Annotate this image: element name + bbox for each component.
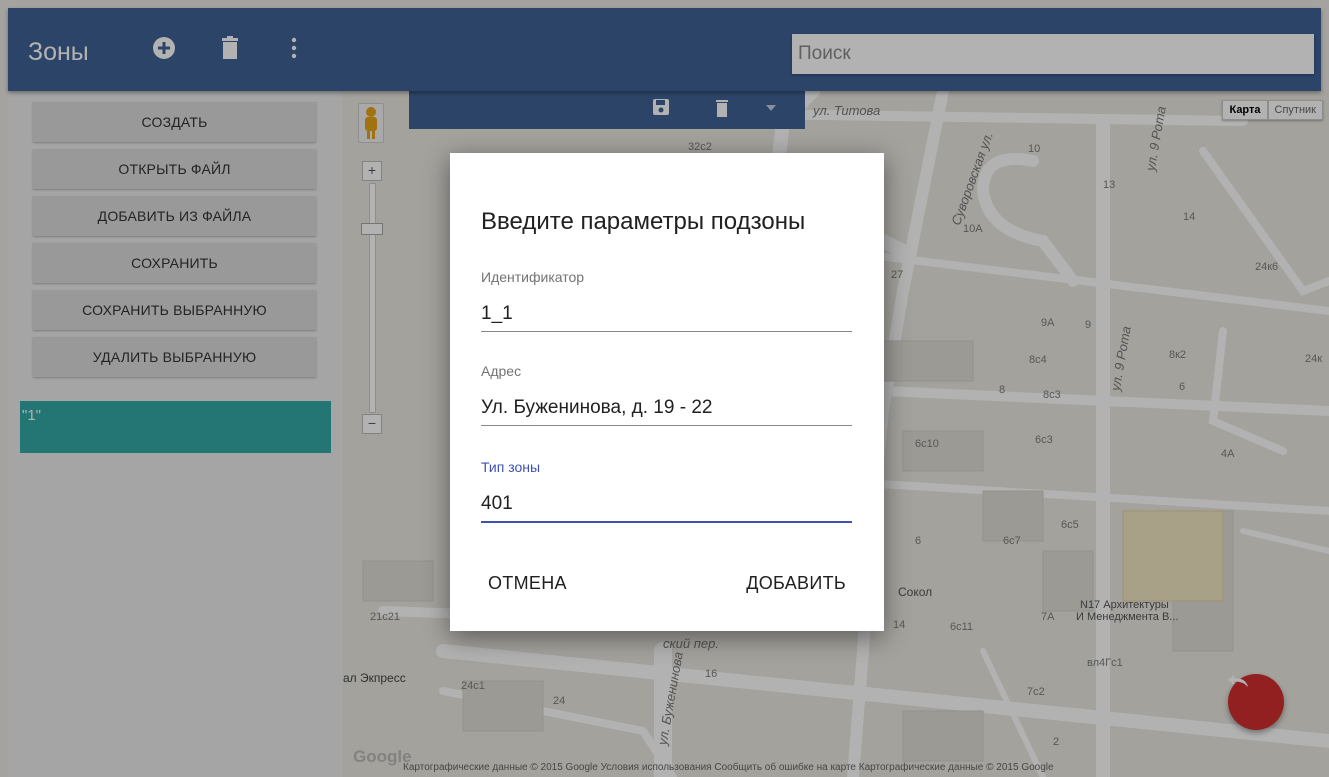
add-button[interactable]: ДОБАВИТЬ [746,573,846,594]
id-field[interactable] [481,297,852,332]
cancel-button[interactable]: ОТМЕНА [488,573,567,594]
address-field-label: Адрес [481,363,522,379]
zone-type-field[interactable] [481,487,852,523]
dialog-title: Введите параметры подзоны [481,208,806,235]
subzone-dialog: Введите параметры подзоны Идентификатор … [450,153,884,631]
id-field-label: Идентификатор [481,269,585,285]
zone-type-field-label: Тип зоны [481,459,541,475]
address-field[interactable] [481,391,852,426]
